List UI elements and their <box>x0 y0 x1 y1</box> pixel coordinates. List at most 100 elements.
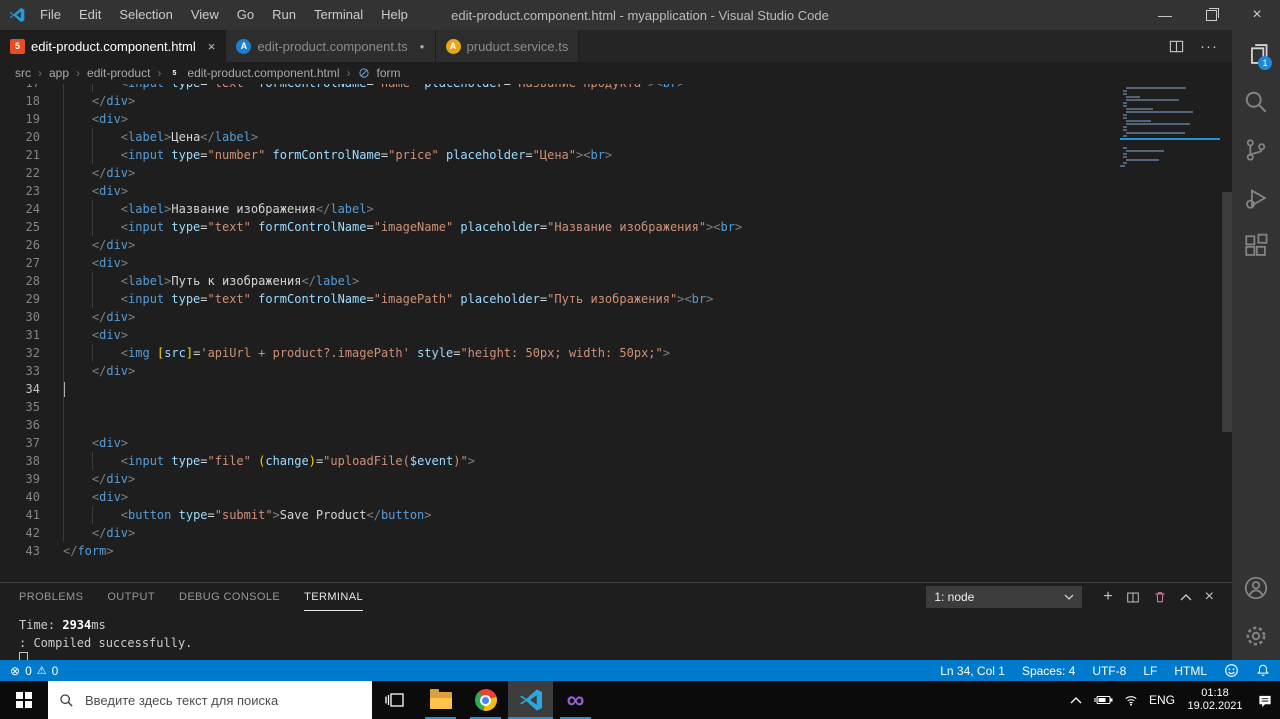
code-line-26[interactable]: 26 </div> <box>0 236 1120 254</box>
tray-clock[interactable]: 01:18 19.02.2021 <box>1180 681 1250 719</box>
notifications-bell-icon[interactable] <box>1256 663 1270 678</box>
code-line-33[interactable]: 33 </div> <box>0 362 1120 380</box>
start-button[interactable] <box>0 681 48 719</box>
breadcrumb-file[interactable]: edit-product.component.html <box>187 66 339 80</box>
code-line-30[interactable]: 30 </div> <box>0 308 1120 326</box>
minimap-line <box>1120 120 1220 122</box>
menu-edit[interactable]: Edit <box>70 0 110 30</box>
action-center-button[interactable] <box>1250 681 1280 719</box>
sidebar-item-extensions[interactable] <box>1232 222 1280 270</box>
code-line-32[interactable]: 32 <img [src]='apiUrl + product?.imagePa… <box>0 344 1120 362</box>
tray-expand-button[interactable] <box>1063 681 1089 719</box>
task-view-button[interactable] <box>372 681 418 719</box>
code-line-27[interactable]: 27 <div> <box>0 254 1120 272</box>
close-button[interactable]: × <box>1234 0 1280 30</box>
code-line-17[interactable]: 17 <input type="text" formControlName="n… <box>0 84 1120 92</box>
status-language[interactable]: HTML <box>1174 664 1207 678</box>
minimap[interactable] <box>1120 87 1220 168</box>
panel-tab-problems[interactable]: PROBLEMS <box>19 584 83 611</box>
code-area[interactable]: 17 <input type="text" formControlName="n… <box>0 84 1120 560</box>
kill-terminal-icon[interactable] <box>1153 590 1167 604</box>
taskbar-file-explorer[interactable] <box>418 681 463 719</box>
settings-button[interactable] <box>1232 612 1280 660</box>
code-line-36[interactable]: 36 <box>0 416 1120 434</box>
code-line-37[interactable]: 37 <div> <box>0 434 1120 452</box>
split-editor-icon[interactable] <box>1169 39 1184 54</box>
tab-edit-product-component-html[interactable]: 5 edit-product.component.html × <box>0 30 227 62</box>
editor-scrollbar[interactable] <box>1222 192 1232 432</box>
code-line-42[interactable]: 42 </div> <box>0 524 1120 542</box>
breadcrumb-item-src[interactable]: src <box>15 66 31 80</box>
source-control-icon <box>1246 139 1266 161</box>
code-line-35[interactable]: 35 <box>0 398 1120 416</box>
code-editor[interactable]: 17 <input type="text" formControlName="n… <box>0 84 1232 582</box>
accounts-button[interactable] <box>1232 564 1280 612</box>
menu-selection[interactable]: Selection <box>110 0 181 30</box>
minimize-button[interactable]: — <box>1142 0 1188 30</box>
code-line-34[interactable]: 34 <box>0 380 1120 398</box>
feedback-icon[interactable] <box>1224 663 1239 678</box>
breadcrumb-item-app[interactable]: app <box>49 66 69 80</box>
tab-edit-product-component-ts[interactable]: Aedit-product.component.ts ● <box>226 30 436 62</box>
status-eol[interactable]: LF <box>1143 664 1157 678</box>
code-line-38[interactable]: 38 <input type="file" (change)="uploadFi… <box>0 452 1120 470</box>
breadcrumb-symbol[interactable]: form <box>377 66 401 80</box>
minimap-line <box>1120 105 1220 107</box>
search-input[interactable] <box>83 691 361 709</box>
code-line-43[interactable]: 43 </form> <box>0 542 1120 560</box>
code-line-18[interactable]: 18 </div> <box>0 92 1120 110</box>
panel-tab-terminal[interactable]: TERMINAL <box>304 584 363 611</box>
sidebar-item-source-control[interactable] <box>1232 126 1280 174</box>
breadcrumb-separator: › <box>157 66 162 80</box>
tray-network[interactable] <box>1117 681 1144 719</box>
new-terminal-icon[interactable]: + <box>1103 588 1112 606</box>
code-line-20[interactable]: 20 <label>Цена</label> <box>0 128 1120 146</box>
code-line-21[interactable]: 21 <input type="number" formControlName=… <box>0 146 1120 164</box>
tray-language[interactable]: ENG <box>1144 681 1180 719</box>
code-line-29[interactable]: 29 <input type="text" formControlName="i… <box>0 290 1120 308</box>
code-line-39[interactable]: 39 </div> <box>0 470 1120 488</box>
code-line-41[interactable]: 41 <button type="submit">Save Product</b… <box>0 506 1120 524</box>
sidebar-item-explorer[interactable]: 1 <box>1232 30 1280 78</box>
taskbar-chrome[interactable] <box>463 681 508 719</box>
code-line-25[interactable]: 25 <input type="text" formControlName="i… <box>0 218 1120 236</box>
tab-close-icon[interactable]: × <box>208 39 216 54</box>
line-content: <input type="number" formControlName="pr… <box>120 148 613 162</box>
maximize-panel-icon[interactable] <box>1180 593 1192 601</box>
code-line-24[interactable]: 24 <label>Название изображения</label> <box>0 200 1120 218</box>
menu-help[interactable]: Help <box>372 0 417 30</box>
code-line-22[interactable]: 22 </div> <box>0 164 1120 182</box>
restore-button[interactable] <box>1188 0 1234 30</box>
problems-status[interactable]: ⊗ 0 ⚠ 0 <box>10 664 58 678</box>
split-terminal-icon[interactable] <box>1126 591 1140 604</box>
code-line-40[interactable]: 40 <div> <box>0 488 1120 506</box>
menu-terminal[interactable]: Terminal <box>305 0 372 30</box>
more-actions-icon[interactable]: ··· <box>1200 38 1218 55</box>
menu-go[interactable]: Go <box>228 0 263 30</box>
status-cursor-position[interactable]: Ln 34, Col 1 <box>940 664 1005 678</box>
terminal-picker[interactable]: 1: node <box>926 586 1083 608</box>
tab-pruduct-service-ts[interactable]: Apruduct.service.ts <box>435 30 580 62</box>
code-line-23[interactable]: 23 <div> <box>0 182 1120 200</box>
sidebar-item-run-debug[interactable] <box>1232 174 1280 222</box>
breadcrumb-item-edit-product[interactable]: edit-product <box>87 66 150 80</box>
code-line-31[interactable]: 31 <div> <box>0 326 1120 344</box>
tabs: 5 edit-product.component.html × Aedit-produ… <box>0 30 580 62</box>
line-content: <div> <box>91 184 129 198</box>
sidebar-item-search[interactable] <box>1232 78 1280 126</box>
panel-tab-debug-console[interactable]: DEBUG CONSOLE <box>179 584 280 611</box>
code-line-28[interactable]: 28 <label>Путь к изображения</label> <box>0 272 1120 290</box>
taskbar-vscode[interactable] <box>508 681 553 719</box>
code-line-19[interactable]: 19 <div> <box>0 110 1120 128</box>
taskbar-search <box>48 681 372 719</box>
close-panel-icon[interactable]: × <box>1205 588 1214 606</box>
menu-run[interactable]: Run <box>263 0 305 30</box>
menu-file[interactable]: File <box>31 0 70 30</box>
tray-battery[interactable] <box>1089 681 1117 719</box>
menu-view[interactable]: View <box>182 0 228 30</box>
status-encoding[interactable]: UTF-8 <box>1092 664 1126 678</box>
status-indentation[interactable]: Spaces: 4 <box>1022 664 1075 678</box>
panel-tab-output[interactable]: OUTPUT <box>107 584 155 611</box>
line-number-17: 17 <box>0 84 40 92</box>
taskbar-visual-studio[interactable]: ∞ <box>553 681 598 719</box>
